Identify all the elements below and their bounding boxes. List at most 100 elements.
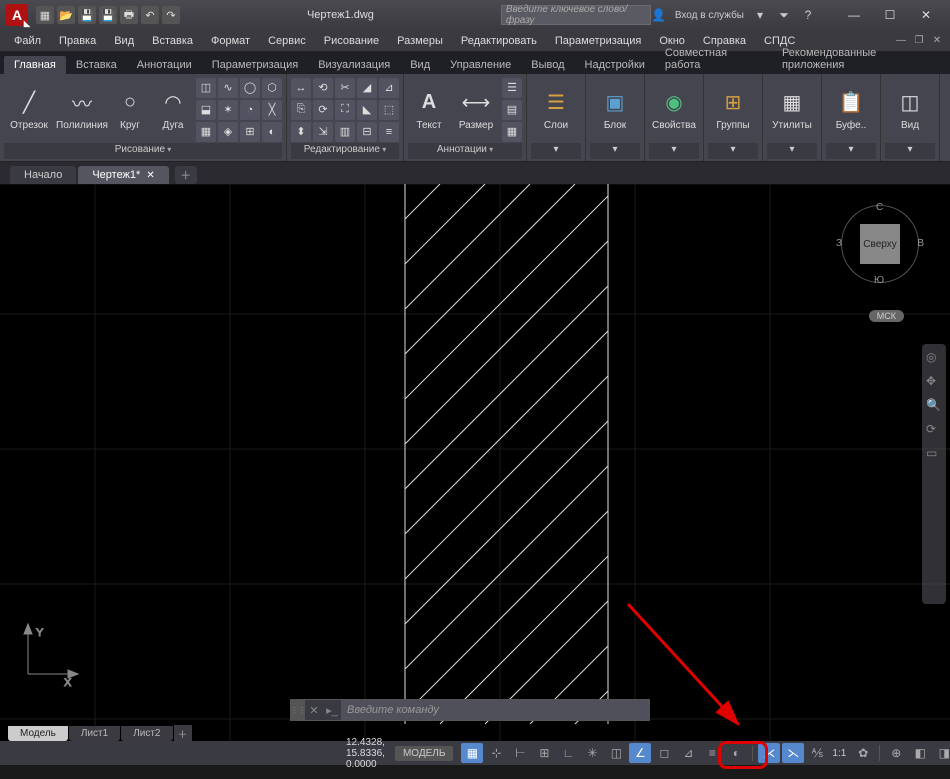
dim-button[interactable]: ⟷Размер [453,79,499,141]
panel-title-props[interactable]: ▾ [649,143,699,159]
draw-small-icon[interactable]: ∿ [218,78,238,98]
grid-mode-icon[interactable]: ▦ [461,743,483,763]
text-button[interactable]: AТекст [408,79,450,141]
menu-file[interactable]: Файл [6,33,49,49]
draw-small-icon[interactable]: ⬓ [196,100,216,120]
command-line[interactable]: ⋮⋮ ✕ ▸_ Введите команду [290,699,650,721]
menu-format[interactable]: Формат [203,33,258,49]
arc-button[interactable]: ◠Дуга [153,79,193,141]
dynamic-input-icon[interactable]: ⊞ [533,743,555,763]
qat-undo-icon[interactable]: ↶ [141,6,159,24]
anno-small-icon[interactable]: ▤ [502,100,522,120]
ribbon-tab-collab[interactable]: Совместная работа [655,44,772,74]
infer-icon[interactable]: ⊢ [509,743,531,763]
ribbon-tab-output[interactable]: Вывод [521,56,574,74]
groups-button[interactable]: ⊞Группы [708,79,758,141]
panel-title-modify[interactable]: Редактирование [291,143,399,159]
props-button[interactable]: ◉Свойства [649,79,699,141]
layout-tab-model[interactable]: Модель [8,726,68,741]
menu-tools[interactable]: Сервис [260,33,314,49]
nav-zoom-icon[interactable]: 🔍 [926,398,942,414]
line-button[interactable]: ╱Отрезок [4,79,54,141]
block-button[interactable]: ▣Блок [590,79,640,141]
transparency-icon[interactable]: ◐ [725,743,747,763]
menu-modify[interactable]: Редактировать [453,33,545,49]
layout-tab-1[interactable]: Лист1 [69,726,120,741]
exchange-icon[interactable]: ⏷ [776,7,792,23]
scale-value[interactable]: 1:1 [828,748,850,759]
gear-icon[interactable]: ✿ [852,743,874,763]
panel-title-utils[interactable]: ▾ [767,143,817,159]
draw-small-icon[interactable]: ▦ [196,122,216,142]
draw-small-icon[interactable]: ✶ [218,100,238,120]
menu-view[interactable]: Вид [106,33,142,49]
draw-small-icon[interactable]: ╳ [262,100,282,120]
draw-small-icon[interactable]: ◈ [218,122,238,142]
vc-south[interactable]: Ю [874,275,884,286]
doc-tab-start[interactable]: Начало [10,166,76,184]
lineweight-icon[interactable]: ≡ [701,743,723,763]
panel-title-block[interactable]: ▾ [590,143,640,159]
ribbon-tab-param[interactable]: Параметризация [202,56,308,74]
nav-orbit-icon[interactable]: ⟳ [926,422,942,438]
layout-tab-2[interactable]: Лист2 [121,726,172,741]
nav-wheel-icon[interactable]: ◎ [926,350,942,366]
panel-title-groups[interactable]: ▾ [708,143,758,159]
annoscale-auto-icon[interactable]: ⋋ [782,743,804,763]
modify-icon[interactable]: ▥ [335,122,355,142]
utils-button[interactable]: ▦Утилиты [767,79,817,141]
panel-title-draw[interactable]: Рисование [4,143,282,159]
vc-north[interactable]: С [876,202,883,213]
modify-icon[interactable]: ⛶ [335,100,355,120]
help-icon[interactable]: ? [800,7,816,23]
vc-east[interactable]: В [917,238,924,249]
modify-icon[interactable]: ⟲ [313,78,333,98]
draw-small-icon[interactable]: ◐ [262,122,282,142]
status-model-button[interactable]: МОДЕЛЬ [395,746,453,761]
nav-showmot-icon[interactable]: ▭ [926,446,942,462]
modify-icon[interactable]: ↔ [291,78,311,98]
layout-add-button[interactable]: ＋ [174,725,192,741]
wcs-badge[interactable]: МСК [869,310,904,322]
tab-close-icon[interactable]: ✕ [146,170,154,181]
doc-tab-drawing1[interactable]: Чертеж1*✕ [78,166,168,184]
layers-button[interactable]: ☰Слои [531,79,581,141]
otrack-icon[interactable]: ⊿ [677,743,699,763]
panel-title-view[interactable]: ▾ [885,143,935,159]
cmd-input[interactable]: Введите команду [341,700,649,720]
menu-edit[interactable]: Правка [51,33,104,49]
minimize-button[interactable]: — [836,1,872,29]
modify-icon[interactable]: ⬚ [379,100,399,120]
navigation-bar[interactable]: ◎ ✥ 🔍 ⟳ ▭ [922,344,946,604]
annoscale-show-icon[interactable]: ⋌ [758,743,780,763]
3dosnap-icon[interactable]: ◻ [653,743,675,763]
signin-label[interactable]: Вход в службы [675,10,744,21]
maximize-button[interactable]: ☐ [872,1,908,29]
nav-pan-icon[interactable]: ✥ [926,374,942,390]
anno-small-icon[interactable]: ▦ [502,122,522,142]
ribbon-tab-insert[interactable]: Вставка [66,56,127,74]
snap-mode-icon[interactable]: ⊹ [485,743,507,763]
anno-small-icon[interactable]: ☰ [502,78,522,98]
menu-param[interactable]: Параметризация [547,33,649,49]
hardware-accel-icon[interactable]: ◨ [933,743,950,763]
ribbon-tab-visualize[interactable]: Визуализация [308,56,400,74]
view-button[interactable]: ◫Вид [885,79,935,141]
polyline-button[interactable]: 〰Полилиния [57,79,107,141]
draw-small-icon[interactable]: ◯ [240,78,260,98]
qat-save-icon[interactable]: 💾 [78,6,96,24]
qat-redo-icon[interactable]: ↷ [162,6,180,24]
modify-icon[interactable]: ⊟ [357,122,377,142]
view-cube-top[interactable]: Сверху [860,224,900,264]
modify-icon[interactable]: ≡ [379,122,399,142]
modify-icon[interactable]: ✂ [335,78,355,98]
app-logo[interactable]: A [6,4,28,26]
search-input[interactable]: Введите ключевое слово/фразу [501,5,651,25]
ribbon-tab-addins[interactable]: Надстройки [575,56,655,74]
qat-plot-icon[interactable]: 🖶 [120,6,138,24]
panel-title-layers[interactable]: ▾ [531,143,581,159]
ribbon-tab-view[interactable]: Вид [400,56,440,74]
annoscale-icon[interactable]: ⅍ [806,743,828,763]
ribbon-tab-manage[interactable]: Управление [440,56,521,74]
polar-icon[interactable]: ✳ [581,743,603,763]
